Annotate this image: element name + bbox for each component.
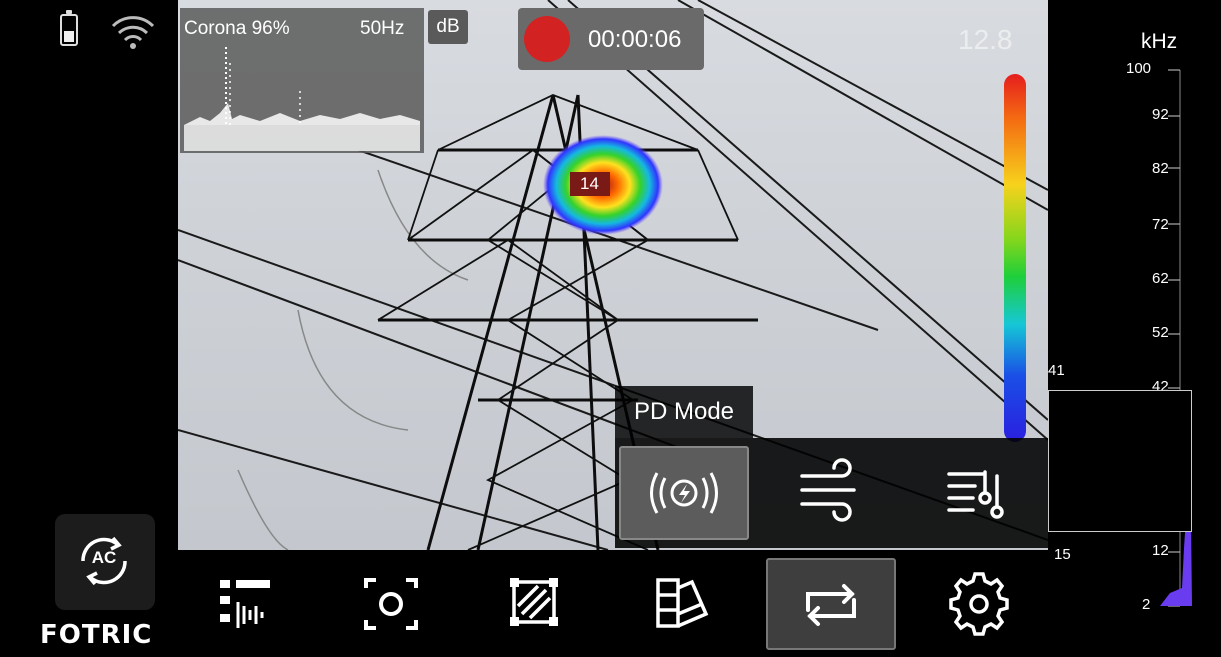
record-icon xyxy=(524,16,570,62)
khz-tick: 52 xyxy=(1152,324,1169,341)
spectrum-list-button[interactable] xyxy=(178,558,308,650)
hotspot-value: 14 xyxy=(580,174,599,193)
sync-icon xyxy=(806,584,856,626)
palette-icon xyxy=(656,578,709,628)
pd-mode-button[interactable] xyxy=(619,446,749,540)
ac-mode-button[interactable]: AC xyxy=(55,514,155,610)
khz-title: kHz xyxy=(1141,30,1178,53)
wind-mode-button[interactable] xyxy=(770,446,890,540)
khz-tick: 100 xyxy=(1126,60,1152,77)
spectrum-plot xyxy=(184,47,420,151)
focus-button[interactable] xyxy=(326,558,456,650)
db-unit-button[interactable]: dB xyxy=(428,10,468,44)
distance-min-label: 15 xyxy=(1054,546,1071,563)
khz-tick: 72 xyxy=(1152,216,1169,233)
khz-tick: 92 xyxy=(1152,106,1169,123)
sync-button[interactable] xyxy=(766,558,896,650)
khz-tick: 82 xyxy=(1152,160,1169,177)
bottom-toolbar xyxy=(178,550,1048,657)
khz-scale xyxy=(1160,69,1192,607)
filter-icon xyxy=(947,470,1004,519)
settings-icon xyxy=(949,572,1009,636)
distance-max-label: 41 xyxy=(1048,362,1065,379)
khz-tick: 12 xyxy=(1152,542,1169,559)
wifi-icon xyxy=(111,16,155,49)
khz-tick: 2 xyxy=(1142,596,1151,613)
pd-mode-icon xyxy=(650,472,718,514)
settings-button[interactable] xyxy=(914,558,1044,650)
palette-button[interactable] xyxy=(618,558,748,650)
record-status[interactable]: 00:00:06 xyxy=(518,8,704,70)
filter-mode-button[interactable] xyxy=(915,446,1035,540)
color-scale-bar xyxy=(1004,74,1026,442)
khz-tick: 62 xyxy=(1152,270,1169,287)
region-button[interactable] xyxy=(470,558,600,650)
battery-icon xyxy=(60,10,78,46)
focus-icon xyxy=(364,578,418,630)
mode-label: PD Mode xyxy=(615,386,753,438)
record-time: 00:00:06 xyxy=(588,26,682,53)
spectrum-mode-label: Corona 96% xyxy=(184,18,290,39)
distance-box xyxy=(1048,390,1192,532)
ac-label: AC xyxy=(91,548,117,567)
spectrum-frequency: 50Hz xyxy=(360,18,405,39)
scale-max-value: 12.8 xyxy=(958,24,1013,55)
spectrum-list-icon xyxy=(220,580,270,628)
wind-icon xyxy=(800,458,856,522)
mode-panel xyxy=(615,438,1048,548)
brand-logo: FOTRIC xyxy=(40,620,153,650)
region-icon xyxy=(510,578,558,626)
